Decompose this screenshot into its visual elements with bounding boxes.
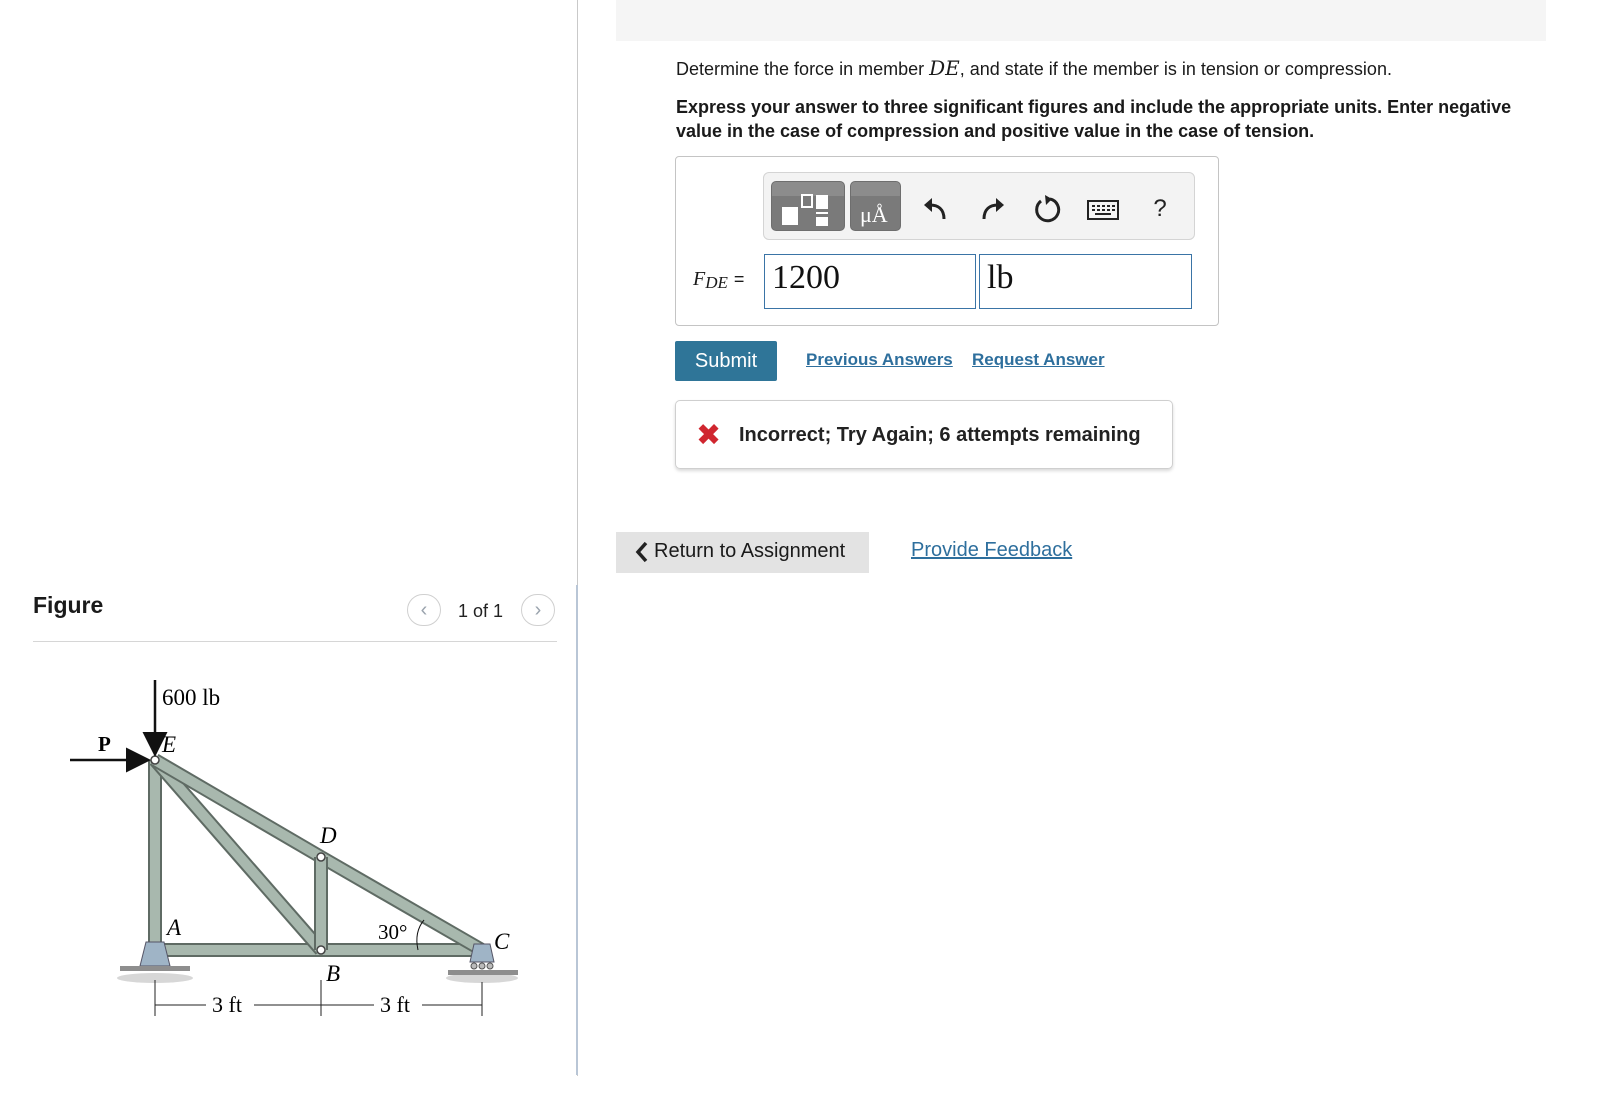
top-bar bbox=[616, 0, 1546, 41]
answer-label-sub: DE bbox=[705, 273, 728, 292]
answer-label-main: F bbox=[693, 268, 706, 290]
templates-button[interactable] bbox=[771, 181, 845, 231]
units-button[interactable]: μÅ bbox=[850, 181, 901, 231]
truss-figure: 600 lb P E D A B C 30° 3 ft 3 ft bbox=[70, 680, 518, 1017]
reset-icon bbox=[1035, 195, 1061, 223]
force-p-label: P bbox=[98, 732, 111, 756]
chevron-left-icon: ‹ bbox=[420, 599, 428, 621]
undo-button[interactable] bbox=[921, 193, 951, 225]
figure-prev-button[interactable]: ‹ bbox=[407, 594, 441, 626]
pane-resize-handle[interactable] bbox=[576, 585, 578, 1075]
help-button[interactable]: ? bbox=[1147, 193, 1173, 225]
help-icon: ? bbox=[1153, 195, 1167, 222]
figure-title: Figure bbox=[33, 592, 104, 618]
redo-icon bbox=[982, 198, 1004, 220]
dimension-lines bbox=[154, 980, 483, 1016]
question-suffix: , and state if the member is in tension … bbox=[959, 59, 1392, 79]
request-answer-link[interactable]: Request Answer bbox=[972, 350, 1105, 370]
figure-divider bbox=[33, 641, 557, 642]
x-icon: ✖ bbox=[696, 419, 722, 452]
submit-button[interactable]: Submit bbox=[675, 341, 777, 381]
dimension-right-label: 3 ft bbox=[380, 992, 410, 1017]
figure-pager: 1 of 1 bbox=[458, 601, 504, 621]
previous-answers-link[interactable]: Previous Answers bbox=[806, 350, 953, 370]
answer-label: FDE = bbox=[693, 268, 744, 293]
joint-c-label: C bbox=[494, 929, 510, 954]
answer-label-equals: = bbox=[733, 269, 745, 289]
redo-button[interactable] bbox=[977, 193, 1007, 225]
undo-icon bbox=[924, 198, 946, 220]
question-text: Determine the force in member DE, and st… bbox=[676, 56, 1516, 80]
feedback-message: Incorrect; Try Again; 6 attempts remaini… bbox=[739, 424, 1141, 446]
unit-input[interactable]: lb bbox=[979, 254, 1192, 309]
joint-a-label: A bbox=[165, 915, 182, 940]
reset-button[interactable] bbox=[1032, 193, 1062, 225]
answer-instructions: Express your answer to three significant… bbox=[676, 97, 1512, 141]
chevron-left-icon bbox=[635, 541, 648, 563]
member-label: DE bbox=[929, 56, 960, 80]
dimension-left-label: 3 ft bbox=[212, 992, 242, 1017]
provide-feedback-link[interactable]: Provide Feedback bbox=[911, 539, 1072, 562]
joint-e-label: E bbox=[161, 732, 176, 757]
keyboard-button[interactable] bbox=[1087, 193, 1119, 225]
units-icon: μÅ bbox=[860, 202, 888, 227]
load-label: 600 lb bbox=[162, 685, 220, 710]
keyboard-icon bbox=[1087, 200, 1119, 220]
joint-d-label: D bbox=[319, 823, 337, 848]
value-input[interactable]: 1200 bbox=[764, 254, 976, 309]
angle-label: 30° bbox=[378, 920, 407, 944]
templates-icon bbox=[782, 194, 828, 226]
question-prefix: Determine the force in member bbox=[676, 59, 930, 79]
figure-next-button[interactable]: › bbox=[521, 594, 555, 626]
joint-b-label: B bbox=[326, 961, 340, 986]
chevron-right-icon: › bbox=[534, 599, 542, 621]
return-to-assignment-label: Return to Assignment bbox=[654, 540, 846, 562]
